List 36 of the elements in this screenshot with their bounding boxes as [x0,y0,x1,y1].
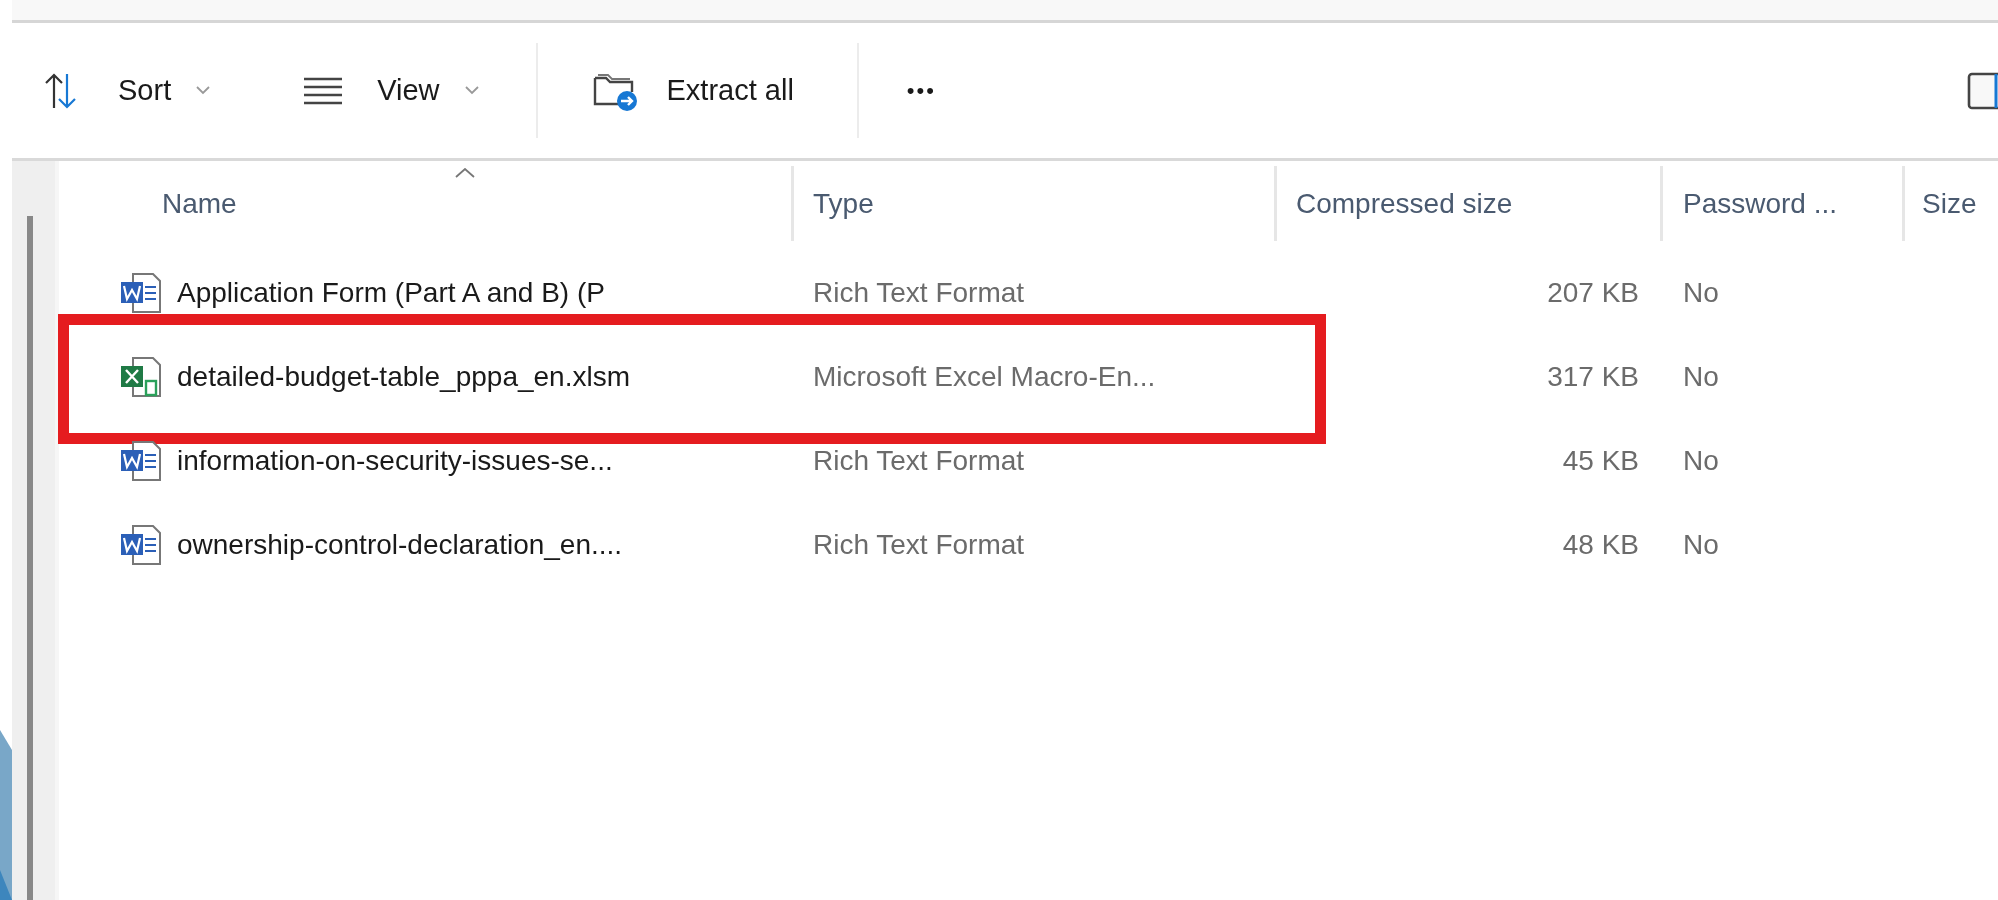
password-status: No [1683,445,1719,477]
file-type: Rich Text Format [813,529,1025,561]
extract-button[interactable]: Extract all [591,60,794,121]
file-type: Rich Text Format [813,445,1025,477]
file-name[interactable]: Application Form (Part A and B) (P [177,277,605,309]
spreadsheet-icon [119,355,163,399]
file-name[interactable]: detailed-budget-table_pppa_en.xlsm [177,361,630,393]
caret-icon [464,86,479,95]
word-document-icon [119,271,163,315]
column-header[interactable]: Size [1905,166,1998,241]
compressed-size: 48 KB [1562,529,1639,561]
sort-button[interactable]: Sort [44,60,211,121]
column-header[interactable]: Name [59,166,794,241]
file-name[interactable]: ownership-control-declaration_en.... [177,529,623,561]
compressed-size: 45 KB [1562,445,1639,477]
menu-lines-icon [303,75,344,106]
word-document-icon [119,523,163,567]
column-header[interactable]: Password ... [1663,166,1905,241]
file-type: Microsoft Excel Macro-En... [813,361,1156,393]
sort-arrows-icon [44,71,78,110]
file-name[interactable]: information-on-security-issues-se... [177,445,613,477]
more-button[interactable]: ••• [906,60,936,121]
password-status: No [1683,529,1719,561]
scrollbar-thumb[interactable] [27,216,33,900]
column-header[interactable]: Type [794,166,1277,241]
view-button[interactable]: View [303,60,479,121]
password-status: No [1683,361,1719,393]
compressed-size: 207 KB [1547,277,1639,309]
file-type: Rich Text Format [813,277,1025,309]
word-document-icon [119,439,163,483]
compressed-size: 317 KB [1547,361,1639,393]
password-status: No [1683,277,1719,309]
caret-icon [196,86,211,95]
details-pane-icon[interactable] [1967,71,1998,110]
sort-chevron-icon [455,168,475,178]
column-header[interactable]: Compressed size [1277,166,1663,241]
